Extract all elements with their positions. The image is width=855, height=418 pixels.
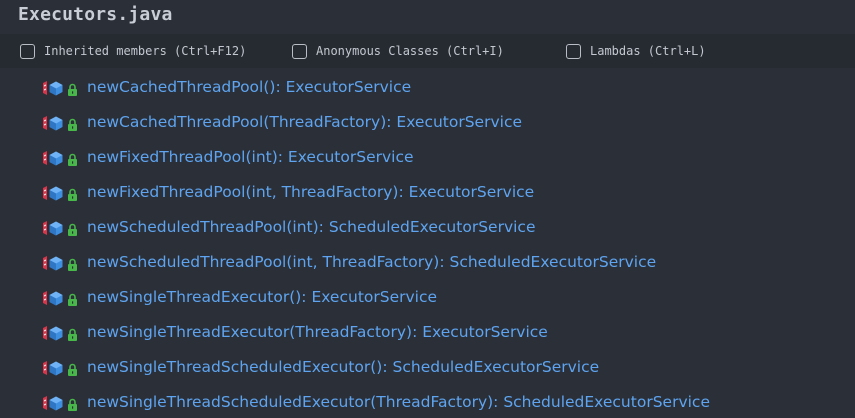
member-signature: newFixedThreadPool(int, ThreadFactory): … bbox=[87, 182, 534, 202]
member-name: newSingleThreadScheduledExecutor(ThreadF… bbox=[87, 393, 494, 411]
static-method-icon bbox=[41, 360, 65, 376]
anonymous-classes-option[interactable]: Anonymous Classes (Ctrl+I) bbox=[292, 42, 504, 60]
member-row[interactable]: newFixedThreadPool(int, ThreadFactory): … bbox=[0, 173, 855, 208]
member-icons bbox=[41, 325, 81, 341]
lock-icon bbox=[67, 186, 78, 201]
member-return-type: : ExecutorService bbox=[412, 323, 548, 341]
static-method-icon bbox=[41, 80, 65, 96]
member-signature: newFixedThreadPool(int): ExecutorService bbox=[87, 147, 414, 167]
member-icons bbox=[41, 185, 81, 201]
member-row[interactable]: newCachedThreadPool(ThreadFactory): Exec… bbox=[0, 103, 855, 138]
member-name: newScheduledThreadPool(int, ThreadFactor… bbox=[87, 253, 440, 271]
member-name: newCachedThreadPool(ThreadFactory) bbox=[87, 113, 387, 131]
filter-options-bar: Inherited members (Ctrl+F12) Anonymous C… bbox=[0, 34, 855, 68]
member-signature: newSingleThreadScheduledExecutor(ThreadF… bbox=[87, 392, 710, 412]
static-method-icon bbox=[41, 325, 65, 341]
lock-icon bbox=[67, 151, 78, 166]
member-row[interactable]: newSingleThreadScheduledExecutor(): Sche… bbox=[0, 348, 855, 383]
static-method-icon bbox=[41, 290, 65, 306]
lock-icon bbox=[67, 396, 78, 411]
member-row[interactable]: newCachedThreadPool(): ExecutorService bbox=[0, 68, 855, 103]
member-name: newCachedThreadPool() bbox=[87, 78, 276, 96]
member-return-type: : ExecutorService bbox=[386, 113, 523, 131]
member-name: newFixedThreadPool(int, ThreadFactory) bbox=[87, 183, 399, 201]
member-signature: newScheduledThreadPool(int): ScheduledEx… bbox=[87, 217, 535, 237]
member-icons bbox=[41, 80, 81, 96]
member-return-type: : ExecutorService bbox=[275, 78, 412, 96]
member-name: newSingleThreadScheduledExecutor() bbox=[87, 358, 383, 376]
lock-icon bbox=[67, 221, 78, 236]
member-return-type: : ExecutorService bbox=[277, 148, 414, 166]
member-signature: newCachedThreadPool(ThreadFactory): Exec… bbox=[87, 112, 522, 132]
lock-icon bbox=[67, 361, 78, 376]
member-name: newScheduledThreadPool(int) bbox=[87, 218, 319, 236]
member-icons bbox=[41, 255, 81, 271]
static-method-icon bbox=[41, 150, 65, 166]
inherited-members-option[interactable]: Inherited members (Ctrl+F12) bbox=[20, 42, 246, 60]
lock-icon bbox=[67, 116, 78, 131]
inherited-members-checkbox[interactable] bbox=[20, 43, 35, 59]
lambdas-checkbox[interactable] bbox=[566, 43, 581, 59]
member-row[interactable]: newSingleThreadExecutor(ThreadFactory): … bbox=[0, 313, 855, 348]
lock-icon bbox=[67, 81, 78, 96]
member-return-type: : ExecutorService bbox=[398, 183, 535, 201]
lambdas-label: Lambdas (Ctrl+L) bbox=[590, 44, 706, 58]
member-icons bbox=[41, 150, 81, 166]
member-signature: newScheduledThreadPool(int, ThreadFactor… bbox=[87, 252, 656, 272]
inherited-members-label: Inherited members (Ctrl+F12) bbox=[44, 44, 247, 58]
static-method-icon bbox=[41, 395, 65, 411]
member-name: newSingleThreadExecutor() bbox=[87, 288, 302, 306]
member-row[interactable]: newScheduledThreadPool(int): ScheduledEx… bbox=[0, 208, 855, 243]
static-method-icon bbox=[41, 115, 65, 131]
lock-icon bbox=[67, 291, 78, 306]
member-return-type: : ScheduledExecutorService bbox=[382, 358, 600, 376]
member-list: newCachedThreadPool(): ExecutorService ne… bbox=[0, 68, 855, 418]
lock-icon bbox=[67, 256, 78, 271]
member-row[interactable]: newSingleThreadExecutor(): ExecutorServi… bbox=[0, 278, 855, 313]
member-row[interactable]: newSingleThreadScheduledExecutor(ThreadF… bbox=[0, 383, 855, 418]
anonymous-classes-checkbox[interactable] bbox=[292, 43, 307, 59]
anonymous-classes-label: Anonymous Classes (Ctrl+I) bbox=[316, 44, 504, 58]
member-icons bbox=[41, 290, 81, 306]
popup-header: Executors.java bbox=[0, 0, 855, 32]
static-method-icon bbox=[41, 185, 65, 201]
member-signature: newSingleThreadExecutor(): ExecutorServi… bbox=[87, 287, 437, 307]
lambdas-option[interactable]: Lambdas (Ctrl+L) bbox=[566, 42, 706, 60]
static-method-icon bbox=[41, 255, 65, 271]
member-row[interactable]: newFixedThreadPool(int): ExecutorService bbox=[0, 138, 855, 173]
member-signature: newSingleThreadExecutor(ThreadFactory): … bbox=[87, 322, 548, 342]
member-signature: newSingleThreadScheduledExecutor(): Sche… bbox=[87, 357, 599, 377]
member-icons bbox=[41, 220, 81, 236]
member-signature: newCachedThreadPool(): ExecutorService bbox=[87, 77, 411, 97]
member-return-type: : ScheduledExecutorService bbox=[318, 218, 536, 236]
file-structure-popup: Executors.java Inherited members (Ctrl+F… bbox=[0, 0, 855, 418]
member-name: newFixedThreadPool(int) bbox=[87, 148, 278, 166]
member-name: newSingleThreadExecutor(ThreadFactory) bbox=[87, 323, 413, 341]
member-icons bbox=[41, 395, 81, 411]
member-row[interactable]: newScheduledThreadPool(int, ThreadFactor… bbox=[0, 243, 855, 278]
lock-icon bbox=[67, 326, 78, 341]
popup-title: Executors.java bbox=[18, 4, 173, 25]
member-icons bbox=[41, 115, 81, 131]
member-return-type: : ScheduledExecutorService bbox=[493, 393, 710, 411]
member-icons bbox=[41, 360, 81, 376]
member-return-type: : ScheduledExecutorService bbox=[439, 253, 657, 271]
static-method-icon bbox=[41, 220, 65, 236]
member-return-type: : ExecutorService bbox=[301, 288, 438, 306]
